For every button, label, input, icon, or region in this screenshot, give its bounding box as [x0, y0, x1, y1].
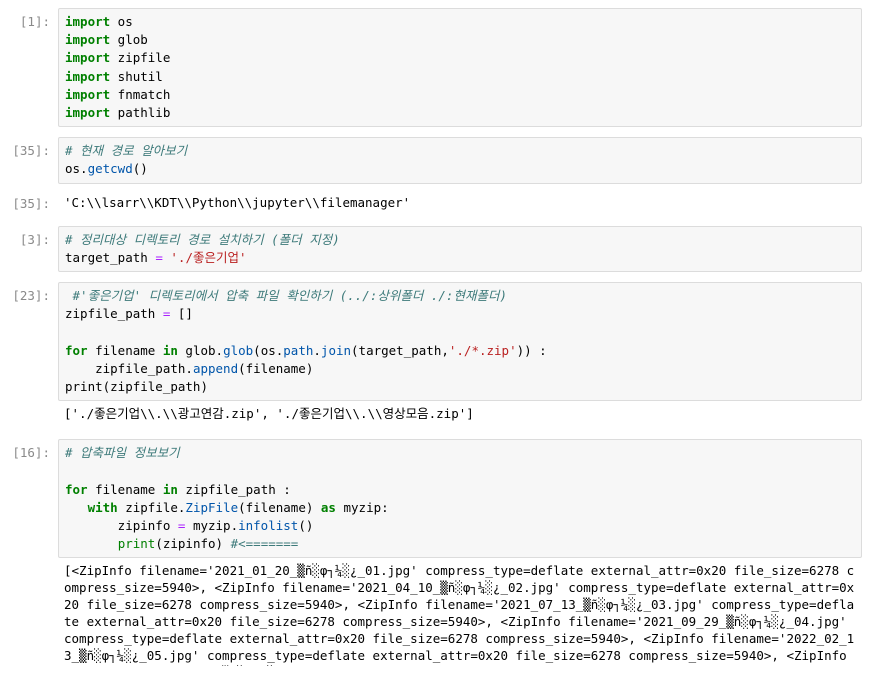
output-text: [<ZipInfo filename='2021_01_20_▒ñ░φ┐¼░¿_…	[64, 563, 855, 666]
import-keyword: import	[65, 14, 111, 29]
glob-pattern: './*.zip'	[448, 342, 517, 358]
output-area: 'C:\\lsarr\\KDT\\Python\\jupyter\\filema…	[58, 190, 862, 216]
import-keyword: import	[65, 50, 111, 66]
code-input[interactable]: # 정리대상 디렉토리 경로 설치하기 (폴더 지정) target_path …	[58, 225, 862, 273]
import-keyword: import	[65, 86, 111, 102]
input-prompt: [16]:	[12, 445, 50, 461]
code-text: #'좋은기업' 디렉토리에서 압축 파일 확인하기 (../:상위폴더 ./:현…	[65, 288, 547, 395]
code-cell-imports[interactable]: [1]: import os import glob import zipfil…	[0, 8, 872, 128]
module-name: shutil	[110, 68, 163, 84]
input-prompt: [23]:	[12, 288, 50, 304]
output-area: ['./좋은기업\\.\\광고연감.zip', './좋은기업\\.\\영상모음…	[58, 403, 862, 427]
input-prompt: [35]:	[12, 143, 50, 159]
output-text: 'C:\\lsarr\\KDT\\Python\\jupyter\\filema…	[64, 194, 411, 210]
import-keyword: import	[65, 68, 111, 84]
output-cell-zipinfo: [<ZipInfo filename='2021_01_20_▒ñ░φ┐¼░¿_…	[0, 560, 872, 670]
notebook: [1]: import os import glob import zipfil…	[0, 0, 872, 670]
output-text: ['./좋은기업\\.\\광고연감.zip', './좋은기업\\.\\영상모음…	[64, 406, 474, 422]
module-name: zipfile	[110, 50, 171, 66]
import-keyword: import	[65, 105, 111, 121]
code-cell-getcwd[interactable]: [35]: # 현재 경로 알아보기 os.getcwd()	[0, 137, 872, 184]
code-input[interactable]: # 현재 경로 알아보기 os.getcwd()	[58, 137, 862, 184]
module-name: glob	[110, 32, 148, 48]
code-comment: # 압축파일 정보보기	[65, 445, 180, 461]
code-cell-zipinfo[interactable]: [16]: # 압축파일 정보보기 for filename in zipfil…	[0, 439, 872, 559]
code-input[interactable]: import os import glob import zipfile imp…	[58, 8, 862, 128]
code-cell-target-path[interactable]: [3]: # 정리대상 디렉토리 경로 설치하기 (폴더 지정) target_…	[0, 225, 872, 273]
module-name: fnmatch	[110, 86, 171, 102]
module-name: os	[110, 14, 133, 29]
output-cell-zipfile-list: ['./좋은기업\\.\\광고연감.zip', './좋은기업\\.\\영상모음…	[0, 403, 872, 427]
output-prompt: [35]:	[12, 195, 50, 211]
output-cell-getcwd: [35]: 'C:\\lsarr\\KDT\\Python\\jupyter\\…	[0, 190, 872, 216]
code-comment: # 현재 경로 알아보기	[65, 143, 188, 159]
code-cell-zipfile-list[interactable]: [23]: #'좋은기업' 디렉토리에서 압축 파일 확인하기 (../:상위폴…	[0, 282, 872, 402]
code-text: # 정리대상 디렉토리 경로 설치하기 (폴더 지정) target_path …	[65, 231, 340, 265]
output-prompt-empty	[0, 403, 58, 427]
inline-comment: #<=======	[230, 536, 299, 552]
code-input[interactable]: #'좋은기업' 디렉토리에서 압축 파일 확인하기 (../:상위폴더 ./:현…	[58, 282, 862, 402]
output-area[interactable]: [<ZipInfo filename='2021_01_20_▒ñ░φ┐¼░¿_…	[58, 560, 862, 670]
module-name: pathlib	[110, 105, 171, 121]
code-comment: # 정리대상 디렉토리 경로 설치하기 (폴더 지정)	[65, 231, 340, 247]
input-prompt: [3]:	[19, 231, 50, 247]
code-input[interactable]: # 압축파일 정보보기 for filename in zipfile_path…	[58, 439, 862, 559]
variable-name: target_path	[65, 249, 148, 265]
string-literal: './좋은기업'	[170, 249, 247, 265]
code-comment: #'좋은기업' 디렉토리에서 압축 파일 확인하기 (../:상위폴더 ./:현…	[65, 288, 507, 304]
output-prompt-empty	[0, 560, 58, 670]
code-text: # 압축파일 정보보기 for filename in zipfile_path…	[65, 445, 389, 552]
import-keyword: import	[65, 32, 111, 48]
code-text: # 현재 경로 알아보기 os.getcwd()	[65, 143, 188, 177]
code-text: import os import glob import zipfile imp…	[65, 13, 855, 122]
input-prompt: [1]:	[19, 14, 50, 29]
